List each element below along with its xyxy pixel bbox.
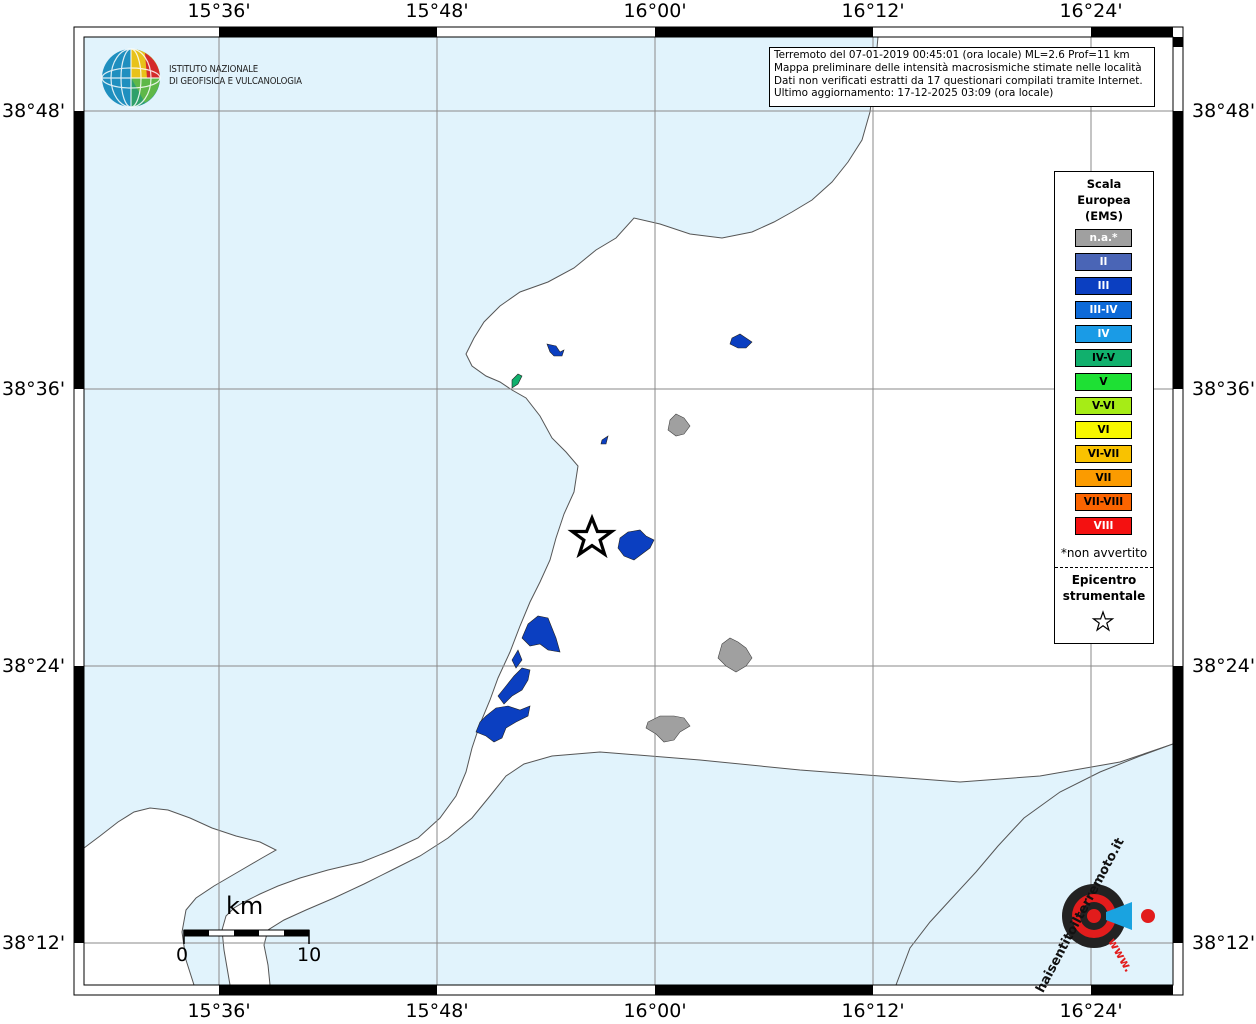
lon-label-top-4: 16°12' <box>841 0 905 22</box>
lat-label-left-4: 38°12' <box>2 932 66 954</box>
ingv-globe-icon <box>101 48 161 108</box>
legend-title-2: Europea <box>1077 193 1131 207</box>
logo-line-1: ISTITUTO NAZIONALE <box>169 64 259 75</box>
lon-label-bottom-4: 16°12' <box>841 1000 905 1022</box>
lon-label-top-1: 15°36' <box>187 0 251 22</box>
scale-start: 0 <box>176 944 189 966</box>
lat-label-left-3: 38°24' <box>2 655 66 677</box>
lon-label-bottom-3: 16°00' <box>623 1000 687 1022</box>
scale-unit: km <box>226 892 264 920</box>
lat-label-right-2: 38°36' <box>1192 378 1256 400</box>
lat-label-left-1: 38°48' <box>2 100 66 122</box>
legend-swatch-12: VIII <box>1075 517 1132 535</box>
legend-epicenter-line-1: Epicentro <box>1071 573 1137 587</box>
info-line-2: Mappa preliminare delle intensità macros… <box>774 61 1142 74</box>
legend-swatch-11: VII-VIII <box>1075 493 1132 511</box>
legend-swatch-10: VII <box>1075 469 1132 487</box>
legend-separator <box>1055 567 1153 568</box>
legend-swatch-4: IV <box>1075 325 1132 343</box>
legend-swatch-5: IV-V <box>1075 349 1132 367</box>
ems-legend: Scala Europea (EMS) n.a.* II III III-IV IV IV… <box>1054 171 1154 644</box>
logo-line-2: DI GEOFISICA E VULCANOLOGIA <box>169 76 302 87</box>
legend-swatch-1: II <box>1075 253 1132 271</box>
info-line-3: Dati non verificati estratti da 17 quest… <box>774 74 1143 87</box>
legend-epicenter-line-2: strumentale <box>1062 589 1146 603</box>
lon-label-bottom-5: 16°24' <box>1059 1000 1123 1022</box>
info-line-1: Terremoto del 07-01-2019 00:45:01 (ora l… <box>774 49 1130 61</box>
legend-na-note: *non avvertito <box>1060 546 1148 560</box>
legend-swatch-7: V-VI <box>1075 397 1132 415</box>
legend-epicenter-title: Epicentro strumentale <box>1055 572 1153 604</box>
lat-label-left-2: 38°36' <box>2 378 66 400</box>
scale-bar: km 0 10 <box>176 892 326 972</box>
lon-label-top-3: 16°00' <box>623 0 687 22</box>
legend-swatch-8: VI <box>1075 421 1132 439</box>
lon-label-bottom-2: 15°48' <box>405 1000 469 1022</box>
lat-label-right-4: 38°12' <box>1192 932 1256 954</box>
event-info-box: Terremoto del 07-01-2019 00:45:01 (ora l… <box>769 47 1155 107</box>
info-line-4: Ultimo aggiornamento: 17-12-2025 03:09 (… <box>774 87 1054 100</box>
legend-swatch-0: n.a.* <box>1075 229 1132 247</box>
scale-end: 10 <box>297 944 322 966</box>
ingv-logo: ISTITUTO NAZIONALE DI GEOFISICA E VULCAN… <box>101 47 331 109</box>
hsit-logo: haisentitoilterremoto.it www. <box>1033 836 1164 995</box>
legend-swatch-2: III <box>1075 277 1132 295</box>
lat-label-right-1: 38°48' <box>1192 100 1256 122</box>
legend-swatch-3: III-IV <box>1075 301 1132 319</box>
lon-label-bottom-1: 15°36' <box>187 1000 251 1022</box>
legend-title-3: (EMS) <box>1084 209 1124 223</box>
lon-label-top-5: 16°24' <box>1059 0 1123 22</box>
lon-label-top-2: 15°48' <box>405 0 469 22</box>
legend-swatch-6: V <box>1075 373 1132 391</box>
star-icon <box>1091 610 1115 632</box>
lat-label-right-3: 38°24' <box>1192 655 1256 677</box>
legend-swatch-9: VI-VII <box>1075 445 1132 463</box>
legend-title-1: Scala <box>1086 177 1122 191</box>
